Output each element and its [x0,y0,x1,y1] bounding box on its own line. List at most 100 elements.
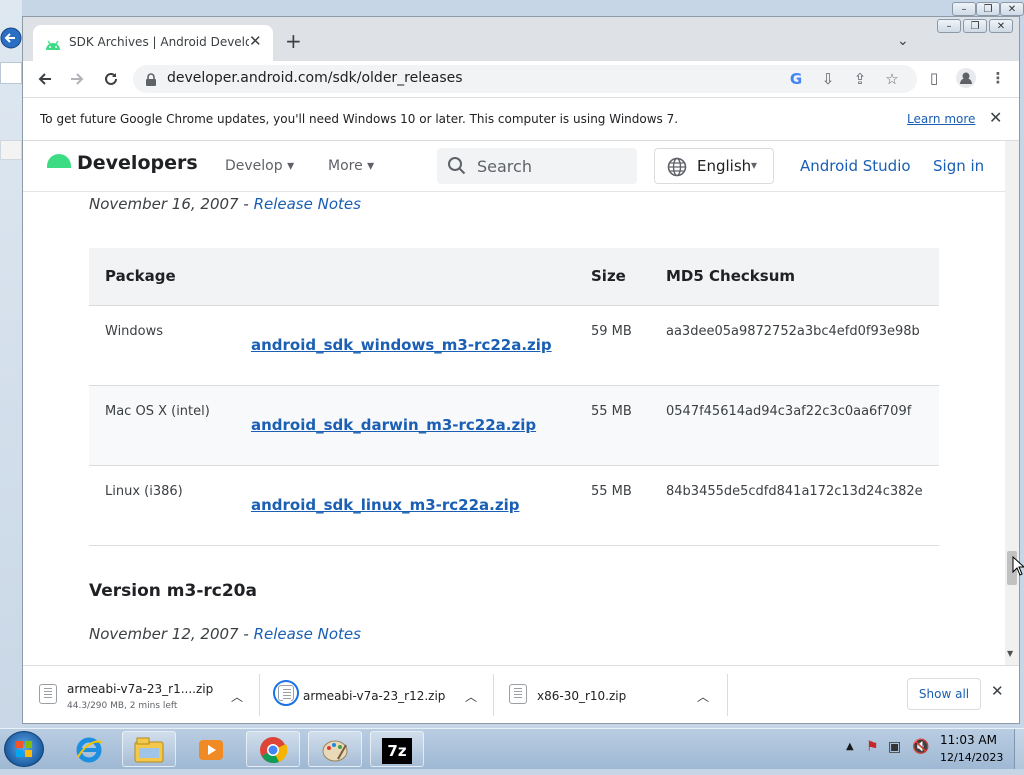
infobar-message: To get future Google Chrome updates, you… [40,112,679,126]
header-package: Package [105,267,176,285]
download-filename: x86-30_r10.zip [537,689,627,703]
explorer-icon[interactable] [122,731,176,767]
close-icon[interactable]: ✕ [1000,2,1024,16]
header-md5: MD5 Checksum [666,267,796,285]
learn-more-link[interactable]: Learn more [907,112,975,126]
table-header-row: Package Size MD5 Checksum [89,248,939,306]
browser-window: SDK Archives | Android Develop ✕ + ⌄ – ❐… [22,16,1020,724]
back-arrow-icon[interactable] [33,67,57,91]
window-close-icon[interactable]: ✕ [989,19,1013,33]
paint-icon[interactable] [308,731,362,767]
tab-title: SDK Archives | Android Develop [69,35,249,49]
reload-icon[interactable] [99,67,123,91]
restore-icon[interactable]: ❐ [976,2,1000,16]
download-item[interactable]: armeabi-v7a-23_r1....zip 44.3/290 MB, 2 … [33,676,253,716]
scroll-down-arrow-icon[interactable]: ▼ [1007,649,1013,658]
size-cell: 59 MB [591,324,632,339]
window-restore-icon[interactable]: ❐ [963,19,987,33]
mouse-pointer-icon [1012,555,1024,576]
chrome-icon[interactable] [246,731,300,767]
share-icon[interactable]: ⇪ [849,68,871,90]
page-scrollbar[interactable]: ▼ [1005,141,1019,665]
android-studio-link[interactable]: Android Studio [800,157,911,175]
chevron-up-icon[interactable]: ︿ [231,688,243,705]
forward-arrow-icon[interactable] [65,67,89,91]
language-selector[interactable]: English ▾ [654,148,774,184]
google-icon[interactable]: G [785,68,807,90]
show-hidden-icons-icon[interactable]: ▲ [846,741,854,752]
header-size: Size [591,267,626,285]
chevron-up-icon[interactable]: ︿ [697,688,709,705]
url-text[interactable]: developer.android.com/sdk/older_releases [167,70,463,86]
menu-kebab-icon[interactable]: ⋮ [987,67,1009,89]
globe-icon [667,157,687,181]
date-separator: - [238,195,254,213]
infobar-close-icon[interactable]: ✕ [989,108,1002,127]
download-item[interactable]: armeabi-v7a-23_r12.zip ︿ [269,676,489,716]
table-row: Windows android_sdk_windows_m3-rc22a.zip… [89,306,939,386]
start-button[interactable] [4,731,44,767]
tab-strip: SDK Archives | Android Develop ✕ + ⌄ – ❐… [23,17,1019,61]
ie-icon[interactable] [62,731,116,767]
sign-in-link[interactable]: Sign in [933,157,984,175]
downloads-close-icon[interactable]: ✕ [991,682,1004,700]
download-link-windows[interactable]: android_sdk_windows_m3-rc22a.zip [251,336,552,354]
site-header: Developers Develop ▾ More ▾ Search Engli… [23,141,1005,192]
nav-more[interactable]: More ▾ [328,158,374,174]
window-minimize-icon[interactable]: – [937,19,961,33]
minimize-icon[interactable]: – [952,2,976,16]
divider [727,674,728,716]
network-icon[interactable]: ▣ [888,739,901,755]
side-panel-icon[interactable]: ▯ [923,67,945,89]
7zip-label: 7z [382,738,412,764]
table-row: Linux (i386) android_sdk_linux_m3-rc22a.… [89,466,939,546]
search-icon [447,156,467,180]
taskbar: 7z ▲ ⚑ ▣ 🔇 11:03 AM 12/14/2023 [0,728,1024,769]
platform-cell: Mac OS X (intel) [105,404,210,419]
bookmark-star-icon[interactable]: ☆ [881,68,903,90]
main-content: November 16, 2007 - Release Notes Packag… [23,192,1005,665]
release-notes-link[interactable]: Release Notes [254,625,361,643]
chevron-up-icon[interactable]: ︿ [465,688,477,705]
window-controls: – ❐ ✕ [933,17,1019,47]
7zip-icon[interactable]: 7z [370,731,424,767]
developers-logo[interactable]: Developers [47,152,198,174]
release-date: November 12, 2007 [89,625,239,643]
download-item[interactable]: x86-30_r10.zip ︿ [503,676,723,716]
new-tab-icon[interactable]: + [285,31,302,51]
show-all-button[interactable]: Show all [907,678,981,710]
profile-avatar-icon[interactable] [955,67,977,89]
media-player-icon[interactable] [184,731,238,767]
tab-search-icon[interactable]: ⌄ [897,33,909,49]
action-center-icon[interactable]: ⚑ [866,739,879,755]
download-link-linux[interactable]: android_sdk_linux_m3-rc22a.zip [251,496,519,514]
install-app-icon[interactable]: ⇩ [817,68,839,90]
nav-develop-label: Develop [225,158,283,174]
tab-close-icon[interactable]: ✕ [249,32,262,50]
site-search-box[interactable]: Search [437,148,637,184]
table-row: Mac OS X (intel) android_sdk_darwin_m3-r… [89,386,939,466]
md5-cell: aa3dee05a9872752a3bc4efd0f93e98b [666,324,920,339]
clock-date[interactable]: 12/14/2023 [940,751,1003,764]
windows-logo-icon [16,741,32,757]
zip-file-icon [278,685,294,701]
download-link-mac[interactable]: android_sdk_darwin_m3-rc22a.zip [251,416,536,434]
release-date-line: November 16, 2007 - Release Notes [89,195,361,213]
background-window-edge [0,140,22,160]
zip-file-icon [509,684,527,704]
platform-cell: Linux (i386) [105,484,183,499]
caret-down-icon: ▾ [751,158,758,172]
size-cell: 55 MB [591,404,632,419]
address-bar[interactable]: developer.android.com/sdk/older_releases… [133,65,917,93]
clock-time[interactable]: 11:03 AM [940,733,997,747]
tab-sdk-archives[interactable]: SDK Archives | Android Develop ✕ [33,25,273,61]
show-desktop-button[interactable] [1014,729,1024,769]
md5-cell: 0547f45614ad94c3af22c3c0aa6f709f [666,404,912,419]
volume-muted-icon[interactable]: 🔇 [912,739,929,755]
nav-develop[interactable]: Develop ▾ [225,158,294,174]
divider [493,674,494,716]
release-notes-link[interactable]: Release Notes [254,195,361,213]
nav-more-label: More [328,158,363,174]
size-cell: 55 MB [591,484,632,499]
android-logo-icon [47,154,71,168]
